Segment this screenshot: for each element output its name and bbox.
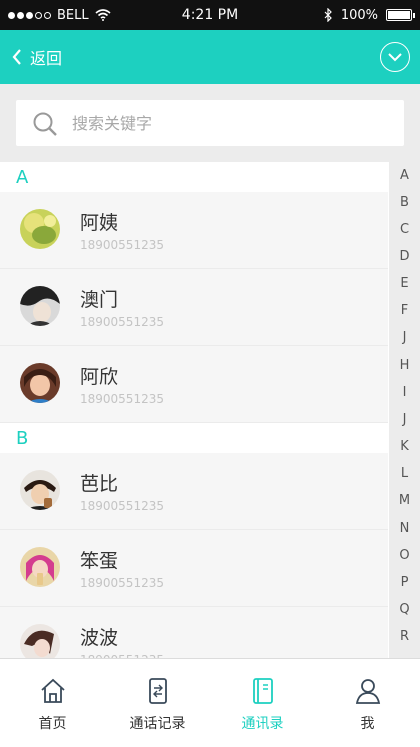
tab-bar: 首页 通话记录 通讯录 我	[0, 658, 420, 747]
contact-row[interactable]: 芭比 18900551235	[0, 453, 388, 530]
index-letter[interactable]: N	[389, 521, 420, 536]
chevron-left-icon	[12, 49, 21, 65]
contact-phone: 18900551235	[80, 499, 164, 513]
index-letter[interactable]: B	[389, 195, 420, 210]
tab-contacts[interactable]: 通讯录	[210, 659, 315, 747]
index-letter[interactable]: E	[389, 276, 420, 291]
contact-name: 笨蛋	[80, 550, 119, 572]
index-letter[interactable]: K	[389, 439, 420, 454]
contact-row[interactable]: 澳门 18900551235	[0, 269, 388, 346]
avatar	[20, 209, 60, 249]
status-bar: BELL 4:21 PM 100%	[0, 0, 420, 30]
index-letter[interactable]: D	[389, 249, 420, 264]
index-letter[interactable]: J	[389, 330, 420, 345]
contact-name: 澳门	[80, 289, 119, 311]
index-letter[interactable]: C	[389, 222, 420, 237]
search-area	[0, 84, 420, 162]
index-letter[interactable]: L	[389, 466, 420, 481]
index-letter[interactable]: I	[389, 385, 420, 400]
contact-phone: 18900551235	[80, 392, 164, 406]
tab-call-log[interactable]: 通话记录	[105, 659, 210, 747]
search-icon	[33, 112, 57, 136]
tab-label: 首页	[38, 716, 67, 732]
section-header-b: B	[0, 423, 388, 453]
alphabet-index[interactable]: A B C D E F J H I J K L M N O P Q R	[389, 162, 420, 658]
avatar	[20, 363, 60, 403]
search-box	[16, 100, 404, 146]
tab-label: 通讯录	[241, 716, 284, 732]
chevron-down-icon	[388, 52, 402, 61]
search-input[interactable]	[72, 100, 392, 146]
index-letter[interactable]: R	[389, 629, 420, 644]
contact-name: 阿姨	[80, 212, 119, 234]
tab-label: 我	[360, 716, 375, 732]
contact-phone: 18900551235	[80, 238, 164, 252]
back-button[interactable]: 返回	[12, 30, 62, 84]
index-letter[interactable]: F	[389, 303, 420, 318]
contact-phone: 18900551235	[80, 315, 164, 329]
phone-icon	[149, 678, 167, 704]
contact-name: 芭比	[80, 473, 119, 495]
home-icon	[41, 678, 65, 703]
bluetooth-icon	[324, 8, 332, 22]
avatar	[20, 470, 60, 510]
avatar	[20, 286, 60, 326]
contact-name: 阿欣	[80, 366, 119, 388]
index-letter[interactable]: M	[389, 493, 420, 508]
avatar	[20, 547, 60, 587]
index-letter[interactable]: O	[389, 548, 420, 563]
avatar	[20, 624, 60, 658]
contact-row[interactable]: 阿欣 18900551235	[0, 346, 388, 423]
back-label: 返回	[30, 49, 63, 68]
tab-home[interactable]: 首页	[0, 659, 105, 747]
contact-name: 波波	[80, 627, 119, 649]
contact-row[interactable]: 波波 18900551235	[0, 607, 388, 658]
status-right: 100%	[324, 0, 415, 30]
contact-row[interactable]: 笨蛋 18900551235	[0, 530, 388, 607]
contact-row[interactable]: 阿姨 18900551235	[0, 192, 388, 269]
nav-bar: 返回	[0, 30, 420, 84]
index-letter[interactable]: Q	[389, 602, 420, 617]
index-letter[interactable]: A	[389, 168, 420, 183]
contact-list: A 阿姨 18900551235 澳门 18900551235 阿欣 18900…	[0, 162, 388, 658]
battery-icon	[386, 9, 415, 21]
battery-percent: 100%	[340, 7, 378, 23]
contacts-book-icon	[253, 678, 273, 704]
index-letter[interactable]: H	[389, 358, 420, 373]
section-header-a: A	[0, 162, 388, 192]
user-icon	[355, 679, 381, 704]
tab-me[interactable]: 我	[315, 659, 420, 747]
index-letter[interactable]: J	[389, 412, 420, 427]
dropdown-button[interactable]	[380, 42, 410, 72]
contact-phone: 18900551235	[80, 576, 164, 590]
index-letter[interactable]: P	[389, 575, 420, 590]
tab-label: 通话记录	[129, 716, 186, 732]
